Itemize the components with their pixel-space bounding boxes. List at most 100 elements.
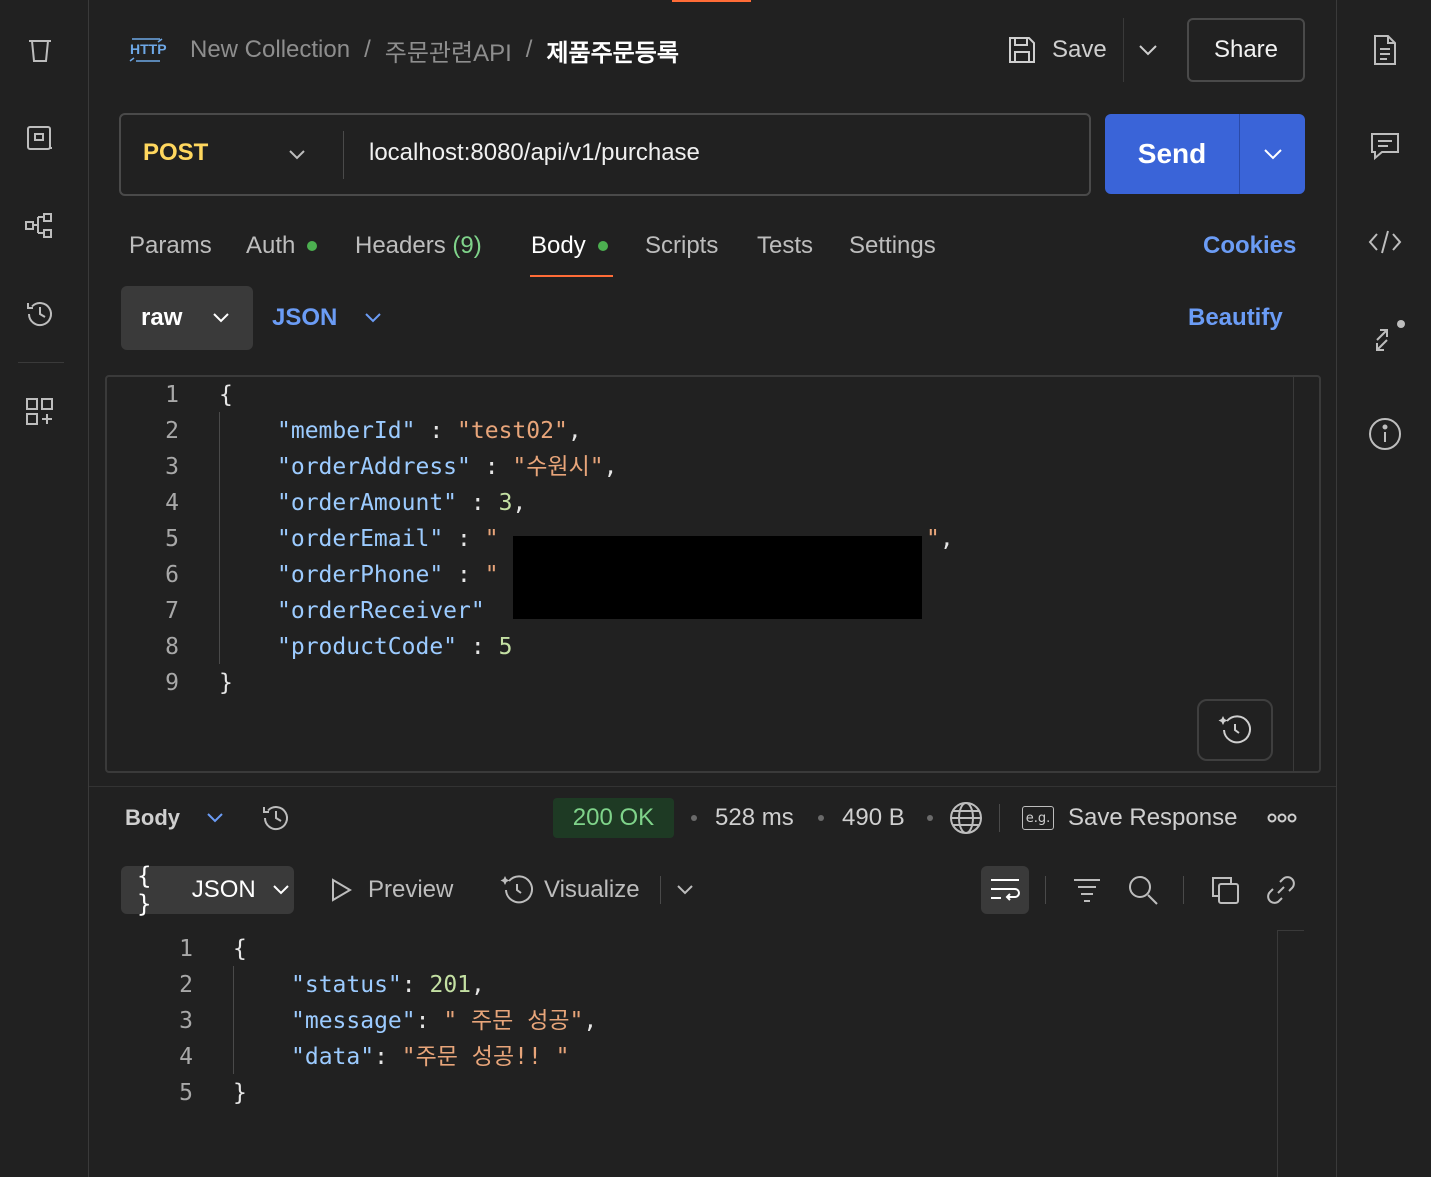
wrap-icon: [991, 879, 1020, 901]
search-button[interactable]: [1123, 870, 1163, 910]
copy-button[interactable]: [1205, 870, 1245, 910]
body-language-label: JSON: [272, 304, 338, 331]
trash-icon[interactable]: [20, 30, 60, 70]
breadcrumb: HTTP New Collection / 주문관련API / 제품주문등록: [128, 28, 679, 72]
body-mode-label: raw: [141, 304, 183, 331]
code-line: "orderPhone" : ": [277, 562, 499, 588]
network-info-button[interactable]: [946, 798, 986, 838]
code-line: "orderAmount" : 3,: [277, 490, 527, 516]
response-format-select[interactable]: { } JSON: [121, 862, 294, 918]
response-format-label: JSON: [191, 876, 256, 903]
method-dropdown-button[interactable]: [281, 137, 313, 173]
cookies-link[interactable]: Cookies: [1203, 228, 1296, 264]
line-number: 5: [179, 1080, 193, 1106]
info-icon[interactable]: [1365, 414, 1405, 454]
tab-settings[interactable]: Settings: [849, 228, 936, 264]
visualize-button[interactable]: Visualize: [500, 872, 640, 908]
chevron-down-icon: [207, 813, 223, 823]
status-dot: [597, 241, 608, 251]
editor-scrollbar[interactable]: [1293, 377, 1294, 771]
code-icon[interactable]: [1365, 222, 1405, 262]
tab-label: Params: [129, 232, 212, 259]
tab-label: Auth: [246, 232, 296, 259]
visualize-icon: [500, 875, 533, 904]
toolbar-divider: [660, 876, 661, 904]
environment-icon[interactable]: [20, 118, 60, 158]
preview-button[interactable]: Preview: [328, 872, 453, 908]
tab-tests[interactable]: Tests: [757, 228, 813, 264]
code-line: "status": 201,: [291, 972, 485, 998]
line-number: 2: [165, 418, 179, 444]
code-line: "orderAddress" : "수원시",: [277, 454, 618, 480]
more-options-button[interactable]: [1262, 800, 1302, 836]
wrap-lines-button[interactable]: [981, 866, 1029, 914]
line-number: 8: [165, 634, 179, 660]
more-icon: [1267, 813, 1297, 823]
history-icon[interactable]: [20, 294, 60, 334]
beautify-button[interactable]: Beautify: [1188, 300, 1283, 336]
sparkle-clock-icon: [1218, 715, 1251, 744]
body-language-select[interactable]: JSON: [272, 300, 389, 336]
docs-icon[interactable]: [1365, 30, 1405, 70]
code-line: "orderReceiver": [277, 598, 485, 624]
share-button[interactable]: Share: [1187, 18, 1305, 82]
tab-label: Headers: [355, 232, 446, 259]
flows-icon[interactable]: [20, 206, 60, 246]
tab-params[interactable]: Params: [129, 228, 212, 264]
response-section-dropdown[interactable]: [197, 800, 233, 836]
link-button[interactable]: [1261, 870, 1301, 910]
save-button[interactable]: Save: [1006, 28, 1107, 72]
sidebar-divider: [18, 362, 64, 363]
response-time[interactable]: 528 ms: [715, 800, 794, 836]
add-workspace-icon[interactable]: [20, 392, 60, 432]
response-history-button[interactable]: [256, 798, 296, 838]
breadcrumb-collection[interactable]: New Collection: [190, 36, 350, 64]
tab-label: Settings: [849, 232, 936, 259]
line-number: 2: [179, 972, 193, 998]
code-line: "orderEmail" : ": [277, 526, 499, 552]
line-number: 1: [165, 382, 179, 408]
url-input[interactable]: localhost:8080/api/v1/purchase: [369, 139, 700, 167]
send-button[interactable]: Send: [1105, 114, 1239, 194]
http-icon: HTTP: [128, 35, 167, 65]
body-mode-select[interactable]: raw: [121, 286, 253, 350]
chevron-down-icon: [677, 885, 693, 895]
line-number: 9: [165, 670, 179, 696]
save-options-button[interactable]: [1130, 30, 1166, 70]
ai-assist-button[interactable]: [1197, 699, 1273, 761]
visualize-label: Visualize: [544, 876, 640, 903]
response-section-label[interactable]: Body: [125, 800, 180, 836]
tab-label: Tests: [757, 232, 814, 259]
response-size[interactable]: 490 B: [842, 800, 905, 836]
breadcrumb-folder[interactable]: 주문관련API: [385, 33, 512, 68]
response-divider[interactable]: [89, 786, 1336, 787]
send-options-button[interactable]: [1240, 114, 1305, 194]
code-line: }: [219, 670, 233, 696]
response-scrollbar-cap: [1277, 930, 1304, 931]
save-response-label: Save Response: [1068, 804, 1238, 831]
globe-icon: [950, 802, 982, 834]
tab-headers[interactable]: Headers (9): [355, 228, 482, 264]
code-line: "memberId" : "test02",: [277, 418, 582, 444]
visualize-options-button[interactable]: [668, 872, 702, 908]
filter-icon: [1074, 879, 1100, 902]
meta-separator: [691, 815, 697, 821]
play-icon: [332, 878, 352, 902]
tab-body[interactable]: Body: [531, 228, 608, 264]
response-scrollbar[interactable]: [1277, 930, 1278, 1177]
code-line-tail: ",: [926, 526, 954, 552]
tab-scripts[interactable]: Scripts: [645, 228, 718, 264]
filter-button[interactable]: [1067, 870, 1107, 910]
save-response-button[interactable]: e.g. Save Response: [1022, 800, 1237, 836]
status-badge[interactable]: 200 OK: [553, 798, 674, 838]
comments-icon[interactable]: [1365, 126, 1405, 166]
line-number: 3: [165, 454, 179, 480]
search-icon: [1129, 876, 1158, 905]
request-name[interactable]: 제품주문등록: [546, 33, 678, 68]
tab-auth[interactable]: Auth: [246, 228, 318, 264]
related-icon[interactable]: [1365, 316, 1405, 356]
example-icon: e.g.: [1022, 806, 1054, 830]
line-number: 4: [179, 1044, 193, 1070]
method-select[interactable]: POST: [143, 139, 208, 167]
code-line: "data": "주문 성공!! ": [291, 1044, 570, 1070]
